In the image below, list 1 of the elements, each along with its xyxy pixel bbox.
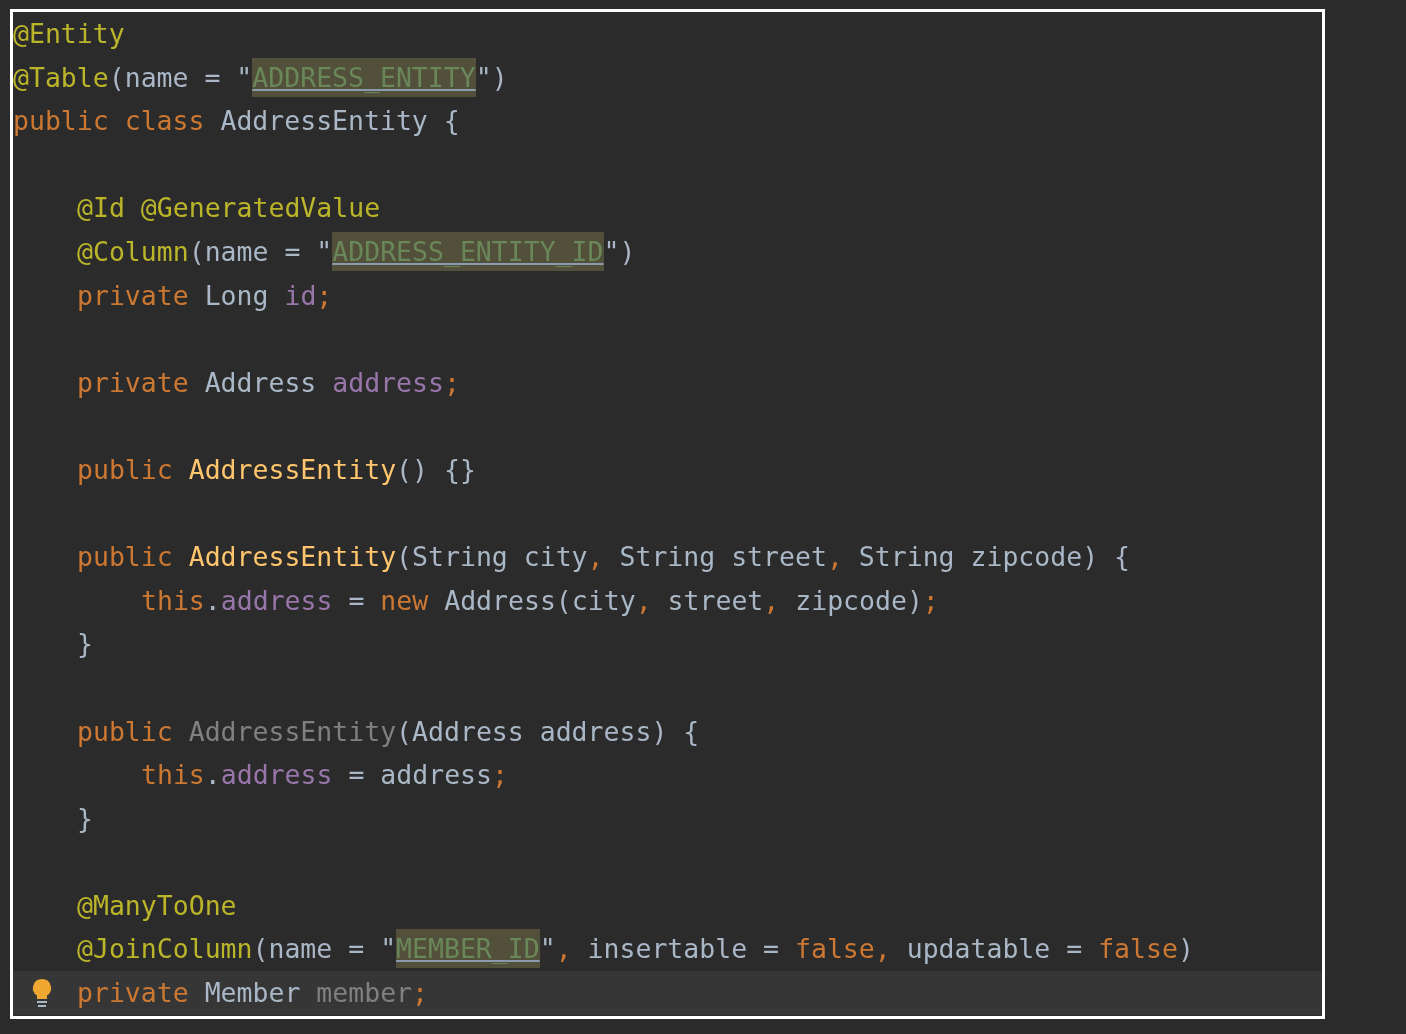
lightbulb-icon[interactable]	[31, 978, 53, 1009]
